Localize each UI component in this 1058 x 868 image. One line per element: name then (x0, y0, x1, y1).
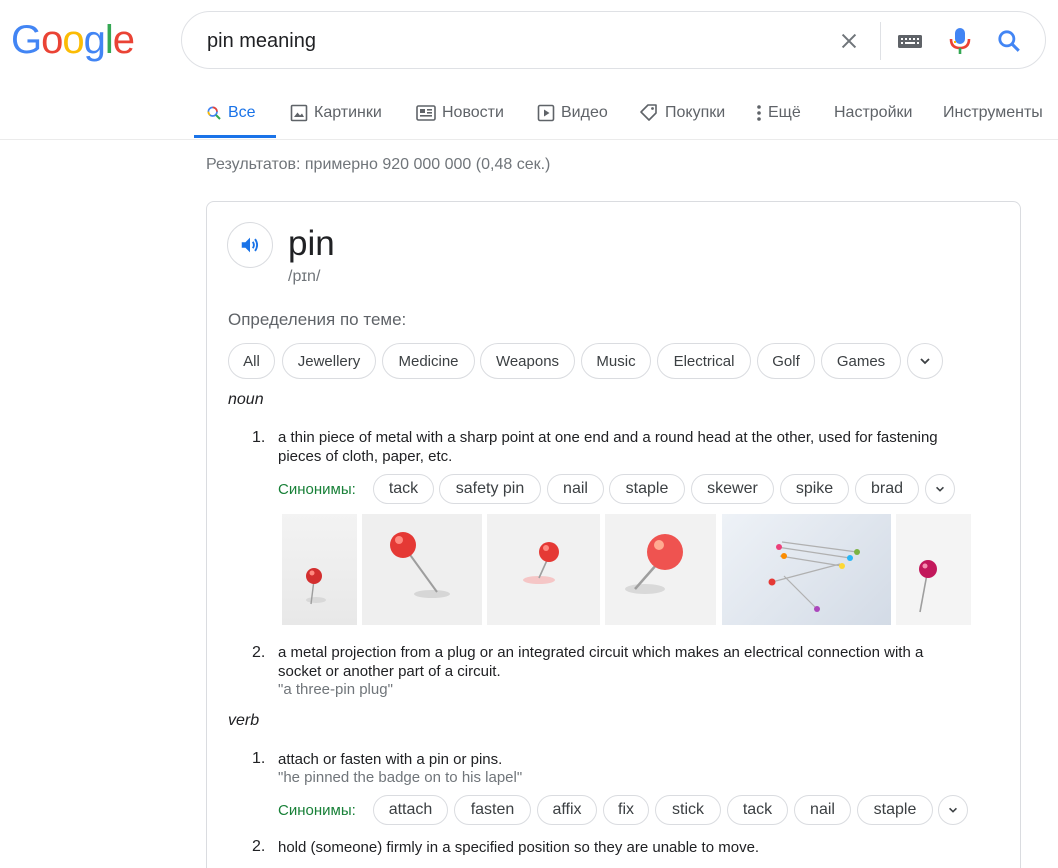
news-icon (416, 104, 436, 122)
pronounce-button[interactable] (227, 222, 273, 268)
synonym-chip[interactable]: nail (547, 474, 604, 504)
definition-text: hold (someone) firmly in a specified pos… (278, 839, 760, 856)
synonym-chip[interactable]: tack (727, 795, 788, 825)
tab-label: Все (228, 104, 256, 121)
clear-icon[interactable] (834, 26, 864, 56)
definition-line: a metal projection from a plug or an int… (278, 644, 924, 661)
synonyms-label: Синонимы: (278, 802, 356, 819)
image-icon (290, 104, 308, 122)
definition-text: a metal projection from a plug or an int… (278, 643, 998, 681)
synonym-chip[interactable]: staple (857, 795, 933, 825)
part-of-speech-noun: noun (228, 391, 264, 408)
definition-line: socket or another part of a circuit. (278, 663, 501, 680)
synonym-chip[interactable]: brad (855, 474, 919, 504)
definition-line: pieces of cloth, paper, etc. (278, 448, 453, 465)
topic-chip[interactable]: Music (581, 343, 651, 379)
keyboard-icon[interactable] (895, 26, 925, 56)
chevron-down-icon (949, 807, 957, 813)
video-icon (537, 104, 555, 122)
pin-image[interactable] (282, 514, 357, 625)
synonym-chip[interactable]: spike (780, 474, 849, 504)
synonym-chip[interactable]: nail (794, 795, 851, 825)
logo-letter: l (104, 18, 114, 62)
tab-label: Инструменты (943, 104, 1043, 121)
topic-chip[interactable]: Medicine (382, 343, 475, 379)
pin-image[interactable] (722, 514, 891, 625)
dictionary-card: pin /pɪn/ Определения по теме: All Jewel… (206, 201, 1021, 868)
speaker-icon (241, 237, 259, 253)
logo-letter: G (11, 18, 42, 62)
definition-number: 2. (252, 838, 266, 855)
definition-example: "a three-pin plug" (278, 681, 393, 698)
phonetic: /pɪn/ (288, 268, 321, 285)
pin-image[interactable] (896, 514, 971, 625)
tab-label: Новости (442, 104, 504, 121)
chevron-down-icon (936, 486, 944, 492)
logo-letter: o (62, 18, 84, 62)
more-vert-icon (756, 104, 762, 122)
logo-letter: e (112, 18, 135, 62)
definition-number: 2. (252, 644, 266, 661)
search-box (181, 11, 1046, 69)
pin-image[interactable] (605, 514, 716, 625)
expand-synonyms-button[interactable] (938, 795, 968, 825)
active-tab-indicator (194, 135, 276, 138)
tab-settings[interactable]: Настройки (834, 101, 912, 125)
definition-example: "he pinned the badge on to his lapel" (278, 769, 523, 786)
search-tabs: Все Картинки Новости Видео Покупки Ещё Н… (0, 85, 1058, 140)
tab-label: Видео (561, 104, 608, 121)
tab-label: Картинки (314, 104, 382, 121)
definition-text: attach or fasten with a pin or pins. (278, 751, 503, 768)
synonym-chip[interactable]: attach (373, 795, 448, 825)
tab-label: Покупки (665, 104, 726, 121)
google-logo[interactable]: Google (11, 18, 135, 62)
synonym-chip[interactable]: safety pin (439, 474, 541, 504)
tab-shopping[interactable]: Покупки (639, 101, 725, 125)
logo-letter: g (83, 18, 106, 62)
synonym-chip[interactable]: fix (603, 795, 649, 825)
definition-text: a thin piece of metal with a sharp point… (278, 428, 998, 466)
synonym-chip[interactable]: tack (373, 474, 434, 504)
search-input[interactable] (207, 29, 807, 53)
tab-more[interactable]: Ещё (756, 101, 801, 125)
expand-synonyms-button[interactable] (925, 474, 955, 504)
topics-title: Определения по теме: (228, 310, 407, 329)
topic-chip[interactable]: Weapons (480, 343, 575, 379)
synonym-chip[interactable]: fasten (454, 795, 531, 825)
search-icon (206, 105, 222, 121)
logo-letter: o (41, 18, 63, 62)
search-divider (880, 22, 881, 60)
tab-news[interactable]: Новости (416, 101, 504, 125)
tab-tools[interactable]: Инструменты (943, 101, 1043, 125)
definition-number: 1. (252, 429, 266, 446)
definition-line: a thin piece of metal with a sharp point… (278, 429, 938, 446)
part-of-speech-verb: verb (228, 712, 260, 729)
synonym-chip[interactable]: stick (655, 795, 721, 825)
search-icon[interactable] (994, 26, 1024, 56)
tab-images[interactable]: Картинки (290, 101, 382, 125)
synonym-chip[interactable]: staple (609, 474, 685, 504)
dictionary-word: pin (288, 224, 335, 263)
synonym-chip[interactable]: affix (537, 795, 597, 825)
topic-chip[interactable]: Electrical (657, 343, 751, 379)
tab-all[interactable]: Все (206, 101, 256, 125)
tab-video[interactable]: Видео (537, 101, 608, 125)
synonym-chip[interactable]: skewer (691, 474, 774, 504)
result-stats: Результатов: примерно 920 000 000 (0,48 … (206, 156, 551, 173)
tag-icon (639, 103, 659, 123)
pin-image[interactable] (362, 514, 482, 625)
chevron-down-icon (920, 358, 930, 365)
tab-label: Настройки (834, 104, 913, 121)
pin-image[interactable] (487, 514, 600, 625)
topic-chip[interactable]: Games (821, 343, 901, 379)
topic-chip[interactable]: All (228, 343, 275, 379)
definition-number: 1. (252, 750, 266, 767)
microphone-icon[interactable] (945, 26, 975, 56)
topic-chip[interactable]: Golf (757, 343, 815, 379)
tab-label: Ещё (768, 104, 801, 121)
expand-topics-button[interactable] (907, 343, 943, 379)
synonyms-label: Синонимы: (278, 481, 356, 498)
topic-chip[interactable]: Jewellery (282, 343, 376, 379)
